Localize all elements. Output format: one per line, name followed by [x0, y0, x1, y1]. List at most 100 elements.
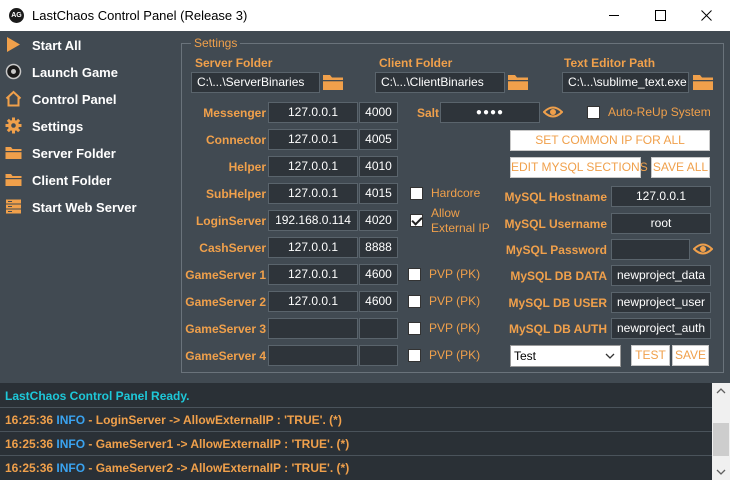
sidebar-item-control-panel[interactable]: Control Panel	[0, 86, 170, 111]
server-port-field[interactable]: 4600	[359, 291, 398, 312]
mysql-password-field[interactable]	[611, 239, 690, 260]
scroll-up-icon[interactable]	[712, 383, 730, 400]
server-ip-field[interactable]: 127.0.0.1	[268, 183, 358, 204]
mysql-db-auth-label: MySQL DB AUTH	[508, 322, 607, 336]
server-label-connector: Connector	[206, 133, 266, 147]
server-label-messenger: Messenger	[203, 106, 266, 120]
server-ip-field[interactable]: 192.168.0.114	[268, 210, 358, 231]
test-button[interactable]: TEST	[631, 345, 670, 366]
game-disc-icon	[5, 63, 22, 80]
app-logo-icon: AG	[9, 8, 24, 23]
mysql-db-user-label: MySQL DB USER	[508, 296, 607, 310]
log-message: - GameServer2 -> AllowExternalIP : 'TRUE…	[88, 461, 350, 475]
server-ip-field[interactable]: 127.0.0.1	[268, 264, 358, 285]
mysql-hostname-field[interactable]: 127.0.0.1	[611, 186, 711, 207]
log-ready-line: LastChaos Control Panel Ready.	[5, 389, 190, 403]
sidebar-item-launch-game[interactable]: Launch Game	[0, 59, 170, 84]
sidebar-item-label: Server Folder	[32, 146, 116, 161]
log-panel: LastChaos Control Panel Ready. 16:25:36 …	[0, 383, 712, 480]
pvp-label: PVP (PK)	[429, 321, 481, 335]
auto-reup-checkbox[interactable]	[587, 106, 600, 119]
server-ip-field[interactable]: 127.0.0.1	[268, 156, 358, 177]
edit-mysql-sections-button[interactable]: EDIT MYSQL SECTIONS	[510, 157, 648, 178]
window-title: LastChaos Control Panel (Release 3)	[32, 8, 248, 23]
server-port-field[interactable]	[359, 345, 398, 366]
log-divider	[0, 431, 712, 432]
maximize-button[interactable]	[637, 0, 683, 31]
pvp-checkbox-3[interactable]	[408, 322, 421, 335]
folder-icon[interactable]	[692, 73, 714, 91]
server-port-field[interactable]: 4020	[359, 210, 398, 231]
pvp-label: PVP (PK)	[429, 348, 481, 362]
folder-icon[interactable]	[507, 73, 529, 91]
server-port-field[interactable]: 4000	[359, 102, 398, 123]
server-port-field[interactable]: 4010	[359, 156, 398, 177]
pvp-checkbox-1[interactable]	[408, 268, 421, 281]
server-ip-field[interactable]	[268, 318, 358, 339]
log-entry: 16:25:36 INFO - LoginServer -> AllowExte…	[5, 413, 342, 427]
eye-icon[interactable]	[693, 242, 713, 256]
server-port-field[interactable]	[359, 318, 398, 339]
log-time: 16:25:36	[5, 461, 54, 475]
sidebar-item-start-all[interactable]: Start All	[0, 32, 170, 57]
sidebar-item-label: Start Web Server	[32, 200, 137, 215]
profile-select[interactable]: Test	[510, 345, 621, 367]
pvp-label: PVP (PK)	[429, 294, 481, 308]
allow-external-ip-label-line2: External IP	[431, 221, 490, 235]
sidebar-item-settings[interactable]: Settings	[0, 113, 170, 138]
close-button[interactable]	[683, 0, 729, 31]
folder-icon[interactable]	[322, 73, 344, 91]
sidebar-item-label: Settings	[32, 119, 84, 134]
home-icon	[5, 90, 22, 107]
server-ip-field[interactable]: 127.0.0.1	[268, 237, 358, 258]
scrollbar-thumb[interactable]	[713, 423, 729, 456]
allow-external-ip-checkbox[interactable]	[410, 214, 423, 227]
sidebar-item-server-folder[interactable]: Server Folder	[0, 140, 170, 165]
log-divider	[0, 455, 712, 456]
mysql-db-data-field[interactable]: newproject_data	[611, 265, 711, 286]
maximize-icon	[655, 10, 666, 21]
profile-select-value: Test	[514, 349, 537, 363]
chevron-down-icon	[605, 353, 615, 359]
server-label-subhelper: SubHelper	[205, 187, 266, 201]
client-folder-field[interactable]: C:\...\ClientBinaries	[375, 72, 505, 93]
server-label-cashserver: CashServer	[199, 241, 266, 255]
pvp-checkbox-4[interactable]	[408, 349, 421, 362]
log-level: INFO	[56, 461, 86, 475]
server-ip-field[interactable]: 127.0.0.1	[268, 291, 358, 312]
mysql-password-label: MySQL Password	[505, 243, 607, 257]
log-level: INFO	[56, 413, 86, 427]
sidebar-item-label: Client Folder	[32, 173, 112, 188]
mysql-db-user-field[interactable]: newproject_user	[611, 292, 711, 313]
eye-icon[interactable]	[543, 105, 563, 119]
mysql-username-field[interactable]: root	[611, 213, 711, 234]
hardcore-checkbox[interactable]	[410, 187, 423, 200]
server-port-field[interactable]: 4005	[359, 129, 398, 150]
server-folder-label: Server Folder	[195, 56, 273, 70]
server-port-field[interactable]: 4015	[359, 183, 398, 204]
log-scrollbar[interactable]	[712, 383, 730, 480]
mysql-db-auth-field[interactable]: newproject_auth	[611, 318, 711, 339]
salt-field[interactable]: ●●●●	[440, 102, 540, 123]
server-port-field[interactable]: 4600	[359, 264, 398, 285]
mysql-username-label: MySQL Username	[504, 217, 608, 231]
scroll-down-icon[interactable]	[712, 463, 730, 480]
server-folder-field[interactable]: C:\...\ServerBinaries	[191, 72, 320, 93]
log-level: INFO	[56, 437, 86, 451]
server-port-field[interactable]: 8888	[359, 237, 398, 258]
sidebar-item-start-web-server[interactable]: Start Web Server	[0, 194, 170, 219]
minimize-button[interactable]	[591, 0, 637, 31]
set-common-ip-button[interactable]: SET COMMON IP FOR ALL	[510, 130, 710, 151]
hardcore-label: Hardcore	[431, 186, 481, 200]
save-all-button[interactable]: SAVE ALL	[651, 157, 710, 178]
server-ip-field[interactable]: 127.0.0.1	[268, 129, 358, 150]
title-bar: AG LastChaos Control Panel (Release 3)	[0, 0, 730, 31]
sidebar-item-label: Launch Game	[32, 65, 118, 80]
server-ip-field[interactable]	[268, 345, 358, 366]
save-button[interactable]: SAVE	[672, 345, 709, 366]
server-ip-field[interactable]: 127.0.0.1	[268, 102, 358, 123]
text-editor-field[interactable]: C:\...\sublime_text.exe	[562, 72, 689, 93]
gear-icon	[5, 117, 22, 134]
sidebar-item-client-folder[interactable]: Client Folder	[0, 167, 170, 192]
pvp-checkbox-2[interactable]	[408, 295, 421, 308]
